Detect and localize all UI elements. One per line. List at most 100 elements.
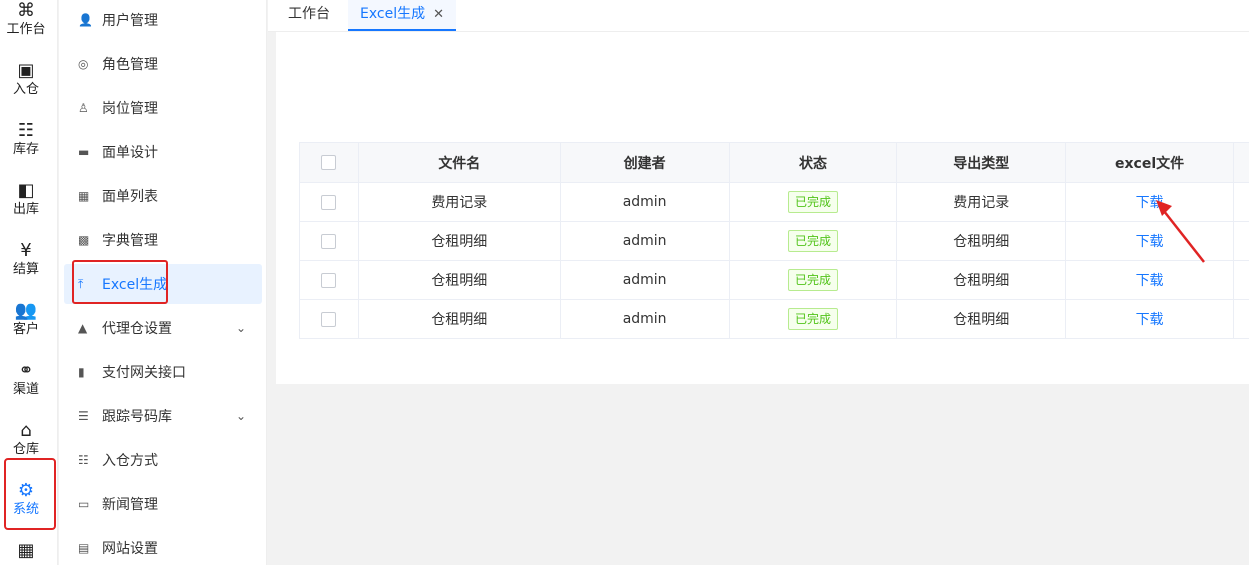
table-row: 仓租明细 admin 已完成 仓租明细 下载 — [299, 299, 1249, 339]
submenu-item-waybill-design[interactable]: ▬ 面单设计 — [64, 132, 262, 172]
rail-label: 结算 — [12, 262, 39, 277]
row-checkbox[interactable] — [321, 272, 337, 288]
list-icon: ☷ — [78, 453, 89, 467]
submenu-item-agent-warehouse[interactable]: ▲ 代理仓设置 ⌄ — [64, 308, 262, 348]
rail-item-channel[interactable]: ⚭ 渠道 — [0, 360, 52, 398]
submenu-item-waybill-list[interactable]: ▦ 面单列表 — [64, 176, 262, 216]
export-type-cell: 仓租明细 — [896, 260, 1067, 300]
rail-item-workbench[interactable]: ⌘ 工作台 — [0, 0, 52, 38]
download-link[interactable]: 下载 — [1136, 273, 1164, 289]
rail-label: 渠道 — [12, 382, 39, 397]
chevron-down-icon[interactable]: ⌄ — [236, 409, 246, 423]
export-type-cell: 费用记录 — [896, 182, 1067, 222]
rail-item-customer[interactable]: 👥 客户 — [0, 300, 52, 338]
export-type-cell: 仓租明细 — [896, 299, 1067, 339]
file-name-cell: 仓租明细 — [358, 299, 561, 339]
excel-table: 文件名 创建者 状态 导出类型 excel文件 费用记录 admin 已完成 费… — [299, 142, 1249, 339]
status-badge: 已完成 — [787, 230, 838, 252]
submenu-item-roles[interactable]: ◎ 角色管理 — [64, 44, 262, 84]
rail-label: 客户 — [12, 322, 39, 337]
rail-label: 入仓 — [12, 82, 39, 97]
export-type-cell: 仓租明细 — [896, 221, 1067, 261]
table-header-row: 文件名 创建者 状态 导出类型 excel文件 — [299, 142, 1249, 183]
submenu-item-payment-gateway[interactable]: ▮ 支付网关接口 — [64, 352, 262, 392]
column-header: 文件名 — [358, 142, 561, 183]
rail-label: 工作台 — [6, 22, 46, 37]
download-link[interactable]: 下载 — [1136, 234, 1164, 250]
tab-excel[interactable]: Excel生成 ✕ — [348, 0, 456, 31]
status-badge: 已完成 — [787, 308, 838, 330]
document-icon: ▬ — [78, 145, 90, 159]
rail-highlight-box — [4, 458, 56, 530]
row-checkbox[interactable] — [321, 194, 337, 210]
warehouse-icon: ⌂ — [20, 420, 32, 441]
select-all-cell — [299, 142, 359, 183]
user-icon: 👤 — [78, 13, 93, 27]
submenu-label: 面单设计 — [102, 145, 158, 161]
navigation-icon: ▲ — [78, 321, 88, 335]
submenu-highlight-box — [72, 260, 168, 304]
submenu-label: 面单列表 — [102, 189, 158, 205]
submenu-label: 代理仓设置 — [102, 321, 172, 337]
creator-cell: admin — [560, 299, 730, 339]
chevron-down-icon[interactable]: ⌄ — [236, 321, 246, 335]
submenu-label: 入仓方式 — [102, 453, 158, 469]
select-all-checkbox[interactable] — [321, 155, 337, 170]
rail-item-settlement[interactable]: ¥ 结算 — [0, 240, 52, 278]
apps-icon: ▩ — [78, 233, 90, 247]
submenu-item-website-settings[interactable]: ▤ 网站设置 — [64, 528, 262, 565]
column-header: 导出类型 — [896, 142, 1067, 183]
content-card: 文件名 创建者 状态 导出类型 excel文件 费用记录 admin 已完成 费… — [276, 32, 1249, 384]
column-header-extra — [1233, 142, 1249, 183]
close-icon[interactable]: ✕ — [433, 7, 444, 22]
row-checkbox[interactable] — [321, 233, 337, 249]
rail-item-outbound[interactable]: ◧ 出库 — [0, 180, 52, 218]
calendar-icon: ▦ — [17, 540, 35, 561]
grid-icon: ▦ — [78, 189, 90, 203]
submenu-label: 岗位管理 — [102, 101, 158, 117]
submenu-label: 新闻管理 — [102, 497, 158, 513]
tab-label: Excel生成 — [360, 6, 426, 22]
rail-item-warehouse[interactable]: ⌂ 仓库 — [0, 420, 52, 458]
tab-workbench[interactable]: 工作台 — [276, 0, 342, 31]
file-name-cell: 费用记录 — [358, 182, 561, 222]
rail-label: 库存 — [12, 142, 39, 157]
command-icon: ⌘ — [17, 0, 35, 21]
channel-icon: ⚭ — [18, 360, 34, 381]
submenu-label: 网站设置 — [102, 541, 158, 557]
download-link[interactable]: 下载 — [1136, 312, 1164, 328]
people-icon: 👥 — [14, 300, 38, 321]
submenu-item-news[interactable]: ▭ 新闻管理 — [64, 484, 262, 524]
database-icon: ☰ — [78, 409, 89, 423]
book-icon: ◧ — [17, 180, 35, 201]
row-checkbox[interactable] — [321, 311, 337, 327]
submenu-label: 角色管理 — [102, 57, 158, 73]
creator-cell: admin — [560, 260, 730, 300]
download-link[interactable]: 下载 — [1136, 195, 1164, 211]
submenu-item-users[interactable]: 👤 用户管理 — [64, 0, 262, 40]
tab-label: 工作台 — [288, 6, 330, 22]
rail-item-inbound[interactable]: ▣ 入仓 — [0, 60, 52, 98]
column-header: 创建者 — [560, 142, 730, 183]
rail-item-inventory[interactable]: ☷ 库存 — [0, 120, 52, 158]
server-icon: ▤ — [78, 541, 90, 555]
status-badge: 已完成 — [787, 191, 838, 213]
creator-cell: admin — [560, 182, 730, 222]
submenu-item-tracking-numbers[interactable]: ☰ 跟踪号码库 ⌄ — [64, 396, 262, 436]
creator-cell: admin — [560, 221, 730, 261]
box-icon: ▣ — [17, 60, 35, 81]
submenu-item-inbound-method[interactable]: ☷ 入仓方式 — [64, 440, 262, 480]
submenu-item-posts[interactable]: ♙ 岗位管理 — [64, 88, 262, 128]
table-row: 仓租明细 admin 已完成 仓租明细 下载 — [299, 260, 1249, 300]
table-row: 仓租明细 admin 已完成 仓租明细 下载 — [299, 221, 1249, 261]
column-header: excel文件 — [1065, 142, 1234, 183]
file-name-cell: 仓租明细 — [358, 221, 561, 261]
submenu-label: 跟踪号码库 — [102, 409, 172, 425]
rail-label: 仓库 — [12, 442, 39, 457]
submenu-label: 字典管理 — [102, 233, 158, 249]
rail-item-calendar[interactable]: ▦ — [0, 540, 52, 562]
table-row: 费用记录 admin 已完成 费用记录 下载 — [299, 182, 1249, 222]
submenu-item-dictionary[interactable]: ▩ 字典管理 — [64, 220, 262, 260]
column-header: 状态 — [729, 142, 898, 183]
status-badge: 已完成 — [787, 269, 838, 291]
